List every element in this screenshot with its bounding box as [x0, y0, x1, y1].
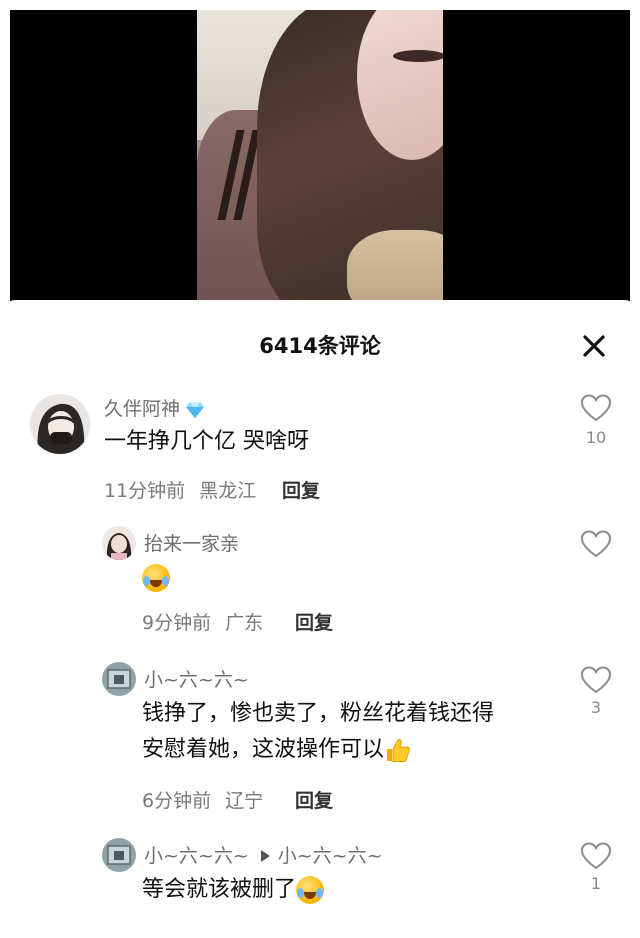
comment-author[interactable]: 小~六~六~: [144, 665, 249, 692]
comment-sheet: 6414条评论 久伴阿神 一年挣几个亿 哭啥呀 11分钟前 黑龙江 回复 10 …: [0, 300, 640, 938]
comment-text: 一年挣几个亿 哭啥呀: [104, 429, 309, 454]
close-button[interactable]: [578, 330, 610, 362]
comment-text: 钱挣了，惨也卖了，粉丝花着钱还得 安慰着她，这波操作可以: [142, 701, 495, 762]
comment-location: 辽宁: [225, 790, 264, 812]
comment-text: 等会就该被删了: [142, 872, 325, 908]
video-player[interactable]: [0, 0, 640, 320]
reply-button[interactable]: 回复: [295, 786, 333, 813]
comment-meta: 9分钟前 广东: [142, 608, 263, 635]
avatar[interactable]: [30, 394, 90, 454]
heart-outline-icon[interactable]: [581, 842, 611, 870]
thumbs-up-emoji: [387, 739, 410, 762]
like-count: 10: [585, 428, 607, 447]
comment-reply-item: 小~六~六~ 小~六~六~ 等会就该被删了 1: [0, 838, 640, 938]
comment-author[interactable]: 久伴阿神: [104, 394, 206, 421]
heart-outline-icon[interactable]: [581, 394, 611, 422]
like-count: 3: [590, 698, 602, 717]
comment-author[interactable]: 抬来一家亲: [144, 529, 239, 556]
comment-count-title: 6414条评论: [259, 334, 381, 358]
comment-location: 黑龙江: [199, 480, 257, 502]
diamond-icon: [186, 401, 205, 418]
reply-button[interactable]: 回复: [295, 608, 333, 635]
comment-location: 广东: [225, 612, 264, 634]
avatar[interactable]: [102, 838, 136, 872]
reply-to-author[interactable]: 小~六~六~: [278, 845, 383, 867]
reply-arrow-icon: [260, 850, 270, 862]
comment-meta: 6分钟前 辽宁: [142, 786, 263, 813]
close-icon: [583, 335, 605, 357]
video-thumbnail: [197, 10, 443, 305]
avatar[interactable]: [102, 662, 136, 696]
comment-text: [142, 560, 170, 596]
heart-outline-icon[interactable]: [581, 666, 611, 694]
crying-laughing-emoji: [296, 876, 325, 904]
comment-meta: 11分钟前 黑龙江: [104, 476, 256, 503]
like-count: 1: [590, 874, 602, 893]
reply-button[interactable]: 回复: [282, 476, 320, 503]
comment-reply-item: 小~六~六~ 钱挣了，惨也卖了，粉丝花着钱还得 安慰着她，这波操作可以 6分钟前…: [0, 662, 640, 812]
crying-laughing-emoji: [142, 564, 170, 592]
comment-time: 11分钟前: [104, 480, 186, 502]
comment-time: 6分钟前: [142, 790, 212, 812]
avatar[interactable]: [102, 526, 136, 560]
comment-item: 久伴阿神 一年挣几个亿 哭啥呀 11分钟前 黑龙江 回复 10: [0, 394, 640, 514]
comment-author[interactable]: 小~六~六~ 小~六~六~: [144, 841, 383, 868]
comment-time: 9分钟前: [142, 612, 212, 634]
comment-sheet-header: 6414条评论: [0, 300, 640, 390]
comment-reply-item: 抬来一家亲 9分钟前 广东 回复: [0, 526, 640, 646]
heart-outline-icon[interactable]: [581, 530, 611, 558]
